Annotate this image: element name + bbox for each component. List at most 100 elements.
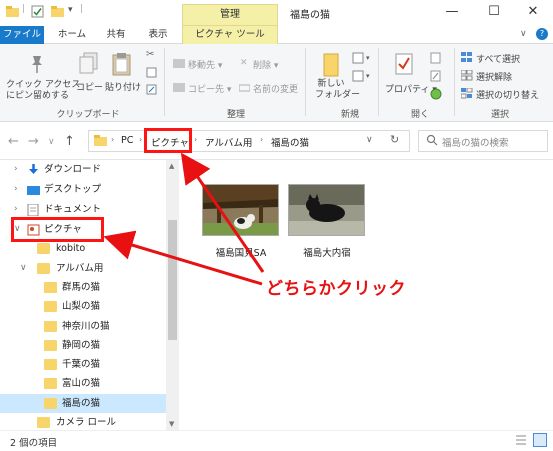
copy-button[interactable]: コピー xyxy=(76,80,103,93)
paste-shortcut-icon[interactable] xyxy=(146,84,157,98)
tab-home[interactable]: ホーム xyxy=(50,26,94,44)
edit-icon[interactable] xyxy=(430,70,441,85)
delete-label: 削除 xyxy=(253,61,272,71)
tab-share[interactable]: 共有 xyxy=(96,26,136,44)
open-icon[interactable] xyxy=(430,52,441,67)
close-button[interactable]: ✕ xyxy=(513,0,553,26)
tree-item-yamanashi[interactable]: 山梨の猫 xyxy=(0,297,166,316)
invert-selection-button[interactable]: 選択の切り替え xyxy=(476,88,539,101)
tree-item-album[interactable]: ∨ アルバム用 xyxy=(0,259,166,278)
paste-button[interactable]: 貼り付け xyxy=(105,80,141,93)
move-to-icon xyxy=(173,57,185,71)
copy-path-icon[interactable] xyxy=(146,67,157,81)
tab-view[interactable]: 表示 xyxy=(138,26,178,44)
crumb-separator: › xyxy=(260,135,264,144)
annotation-box-sidebar xyxy=(11,217,104,242)
tree-item-shizuoka[interactable]: 静岡の猫 xyxy=(0,336,166,355)
tree-item-desktop[interactable]: › デスクトップ xyxy=(0,180,166,199)
folder-icon xyxy=(44,359,57,370)
history-icon[interactable] xyxy=(430,88,442,103)
customize-qa-icon[interactable]: ▾ xyxy=(68,5,73,15)
tree-label: 静岡の猫 xyxy=(62,340,101,351)
cut-icon[interactable]: ✂ xyxy=(146,49,154,60)
invert-selection-icon xyxy=(460,87,473,102)
refresh-icon[interactable]: ↻ xyxy=(390,133,399,146)
scroll-up-icon[interactable]: ▲ xyxy=(169,162,174,170)
annotation-label: どちらかクリック xyxy=(266,279,406,299)
pin-quick-access-button[interactable]: クイック アクセス にピン留めする xyxy=(6,80,81,102)
rename-icon xyxy=(238,82,251,96)
ribbon-collapse-icon[interactable]: ∨ xyxy=(520,29,527,39)
recent-locations-icon[interactable]: ∨ xyxy=(48,137,55,147)
organize-group-label: 整理 xyxy=(226,110,245,120)
folder-icon xyxy=(44,340,57,351)
copy-to-label: コピー先 xyxy=(188,85,225,95)
select-all-button[interactable]: すべて選択 xyxy=(476,52,520,65)
tree-item-kanagawa[interactable]: 神奈川の猫 xyxy=(0,317,166,336)
collapse-icon[interactable]: ∨ xyxy=(20,259,27,278)
expand-icon[interactable]: › xyxy=(14,180,18,199)
delete-button[interactable]: 削除 ▾ xyxy=(253,58,278,71)
file-item[interactable]: 福島国見SA xyxy=(196,184,286,264)
scroll-down-icon[interactable]: ▼ xyxy=(169,420,174,428)
crumb-album[interactable]: アルバム用 xyxy=(205,135,252,149)
properties-icon xyxy=(394,52,414,79)
new-folder-button[interactable]: 新しい フォルダー xyxy=(315,79,360,101)
desktop-icon xyxy=(27,184,40,195)
pin-label-line1: クイック アクセス xyxy=(6,80,81,90)
file-item[interactable]: 福島大内宿 xyxy=(282,184,372,264)
new-folder-qa-icon[interactable] xyxy=(51,6,64,20)
tree-item-fukushima-selected[interactable]: 福島の猫 xyxy=(0,394,166,413)
expand-icon[interactable]: › xyxy=(14,160,18,179)
copy-to-icon xyxy=(173,81,185,95)
properties-qa-icon[interactable] xyxy=(31,5,44,21)
minimize-button[interactable]: — xyxy=(432,0,472,26)
forward-arrow-icon[interactable]: → xyxy=(28,134,39,149)
back-arrow-icon[interactable]: ← xyxy=(8,134,19,149)
tree-label: 福島の猫 xyxy=(62,398,101,409)
tab-file[interactable]: ファイル xyxy=(0,26,44,44)
clipboard-group-label: クリップボード xyxy=(56,110,120,120)
sidebar-scroll-thumb[interactable] xyxy=(168,220,177,340)
paste-icon xyxy=(112,52,132,79)
tree-label: アルバム用 xyxy=(56,263,104,274)
folder-icon xyxy=(44,301,57,312)
delete-icon: ✕ xyxy=(240,58,248,68)
new-item-icon[interactable] xyxy=(352,52,364,67)
rename-button[interactable]: 名前の変更 xyxy=(253,82,298,95)
title-bar: | ▾ | 管理 福島の猫 — ☐ ✕ xyxy=(0,0,553,26)
tree-item-chiba[interactable]: 千葉の猫 xyxy=(0,355,166,374)
move-to-label: 移動先 xyxy=(188,61,216,71)
tree-label: 山梨の猫 xyxy=(62,301,101,312)
crumb-separator: › xyxy=(139,135,143,144)
photo-thumbnail xyxy=(288,184,365,236)
up-arrow-icon[interactable]: ↑ xyxy=(64,134,75,149)
select-none-button[interactable]: 選択解除 xyxy=(476,70,512,83)
address-dropdown-icon[interactable]: ∨ xyxy=(366,135,373,145)
large-icons-view-icon[interactable] xyxy=(533,433,547,447)
crumb-separator: › xyxy=(194,135,198,144)
pin-icon xyxy=(28,54,46,77)
tree-label: デスクトップ xyxy=(44,184,102,195)
photo-thumbnail xyxy=(202,184,279,236)
download-icon xyxy=(27,164,40,175)
tree-item-toyama[interactable]: 富山の猫 xyxy=(0,374,166,393)
tree-item-downloads[interactable]: › ダウンロード xyxy=(0,160,166,179)
tree-label: 群馬の猫 xyxy=(62,282,101,293)
maximize-button[interactable]: ☐ xyxy=(474,0,514,26)
folder-icon xyxy=(44,398,57,409)
details-view-icon[interactable] xyxy=(515,434,527,449)
tree-item-gunma[interactable]: 群馬の猫 xyxy=(0,278,166,297)
documents-icon xyxy=(27,203,40,217)
annotation-box-address xyxy=(144,128,192,153)
tab-picture-tools[interactable]: ピクチャ ツール xyxy=(182,26,278,44)
help-icon[interactable]: ? xyxy=(536,28,548,40)
copy-to-button[interactable]: コピー先 ▾ xyxy=(188,82,231,95)
folder-icon xyxy=(6,6,19,17)
folder-icon xyxy=(94,135,107,149)
move-to-button[interactable]: 移動先 ▾ xyxy=(188,58,222,71)
easy-access-icon[interactable] xyxy=(352,70,364,85)
crumb-fukushima[interactable]: 福島の猫 xyxy=(271,135,309,149)
folder-icon xyxy=(44,321,57,332)
crumb-pc[interactable]: PC xyxy=(121,135,133,146)
